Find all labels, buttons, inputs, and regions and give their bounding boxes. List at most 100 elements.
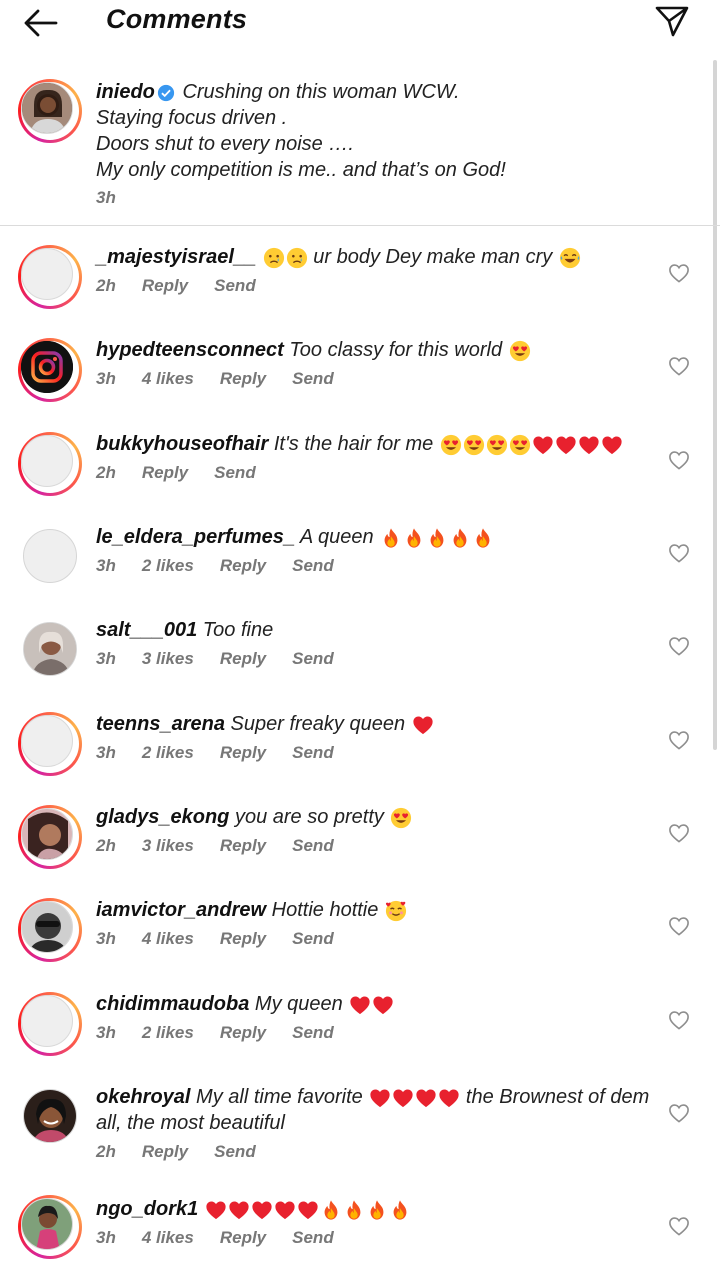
heart-outline-icon[interactable]	[668, 730, 690, 750]
comment-time: 2h	[96, 463, 116, 482]
avatar-ring[interactable]	[18, 432, 82, 496]
send-button[interactable]: Send	[214, 276, 256, 295]
comment-username[interactable]: _majestyisrael__	[96, 246, 256, 268]
likes-count[interactable]: 4 likes	[142, 369, 194, 388]
reply-button[interactable]: Reply	[142, 276, 188, 295]
avatar[interactable]	[23, 622, 77, 676]
reply-button[interactable]: Reply	[220, 369, 266, 388]
send-button[interactable]: Send	[292, 743, 334, 762]
likes-count[interactable]: 4 likes	[142, 929, 194, 948]
send-button[interactable]: Send	[292, 1228, 334, 1247]
red-heart-emoji	[392, 1087, 414, 1109]
avatar[interactable]	[21, 808, 73, 860]
comment-meta: 3h 2 likes Reply Send	[96, 556, 360, 576]
likes-count[interactable]: 3 likes	[142, 649, 194, 668]
avatar[interactable]	[23, 1089, 77, 1143]
avatar[interactable]	[21, 1198, 73, 1250]
comment-body: My queen	[254, 993, 343, 1015]
comment-time: 3h	[96, 743, 116, 762]
likes-count[interactable]: 2 likes	[142, 556, 194, 575]
heart-outline-icon[interactable]	[668, 356, 690, 376]
heart-outline-icon[interactable]	[668, 1216, 690, 1236]
fire-emoji	[403, 527, 425, 549]
heart-outline-icon[interactable]	[668, 636, 690, 656]
caption-line-4: My only competition is me.. and that’s o…	[96, 159, 506, 181]
send-button[interactable]: Send	[292, 369, 334, 388]
comment-text: salt___001 Too fine	[96, 617, 656, 643]
comment-username[interactable]: ngo_dork1	[96, 1198, 198, 1220]
send-button[interactable]: Send	[292, 649, 334, 668]
send-button[interactable]: Send	[292, 836, 334, 855]
comment-username[interactable]: iamvictor_andrew	[96, 899, 266, 921]
laughing-face-emoji	[559, 247, 581, 269]
comment-text: okehroyal My all time favorite the Brown…	[96, 1084, 656, 1136]
comment-username[interactable]: bukkyhouseofhair	[96, 433, 268, 455]
avatar-ring[interactable]	[18, 338, 82, 402]
comment-meta: 3h 2 likes Reply Send	[96, 1023, 360, 1043]
send-button[interactable]: Send	[292, 929, 334, 948]
avatar-ring[interactable]	[18, 712, 82, 776]
avatar[interactable]	[23, 529, 77, 583]
heart-outline-icon[interactable]	[668, 823, 690, 843]
avatar-ring[interactable]	[18, 992, 82, 1056]
reply-button[interactable]: Reply	[220, 1023, 266, 1042]
send-button[interactable]: Send	[292, 556, 334, 575]
comment-username[interactable]: chidimmaudoba	[96, 993, 249, 1015]
comment-username[interactable]: gladys_ekong	[96, 806, 229, 828]
comment-body: A queen	[299, 526, 374, 548]
avatar[interactable]	[21, 715, 73, 767]
reply-button[interactable]: Reply	[220, 649, 266, 668]
caption-username[interactable]: iniedo	[96, 81, 155, 103]
avatar-ring[interactable]	[18, 805, 82, 869]
avatar-ring[interactable]	[18, 79, 82, 143]
red-heart-emoji	[372, 994, 394, 1016]
reply-button[interactable]: Reply	[220, 743, 266, 762]
heart-outline-icon[interactable]	[668, 916, 690, 936]
comment-meta: 2h Reply Send	[96, 1142, 282, 1162]
heart-outline-icon[interactable]	[668, 543, 690, 563]
reply-button[interactable]: Reply	[220, 1228, 266, 1247]
heart-outline-icon[interactable]	[668, 1103, 690, 1123]
heart-eyes-emoji	[390, 807, 412, 829]
avatar-ring[interactable]	[18, 1195, 82, 1259]
send-paper-plane-icon[interactable]	[654, 4, 690, 38]
red-heart-emoji	[205, 1199, 227, 1221]
comment-username[interactable]: okehroyal	[96, 1086, 190, 1108]
avatar[interactable]	[21, 901, 73, 953]
avatar[interactable]	[21, 341, 73, 393]
heart-outline-icon[interactable]	[668, 450, 690, 470]
reply-button[interactable]: Reply	[220, 836, 266, 855]
back-arrow-icon[interactable]	[22, 8, 60, 38]
reply-button[interactable]: Reply	[220, 929, 266, 948]
comment-meta: 2h Reply Send	[96, 463, 282, 483]
avatar[interactable]	[21, 248, 73, 300]
avatar[interactable]	[21, 435, 73, 487]
likes-count[interactable]: 4 likes	[142, 1228, 194, 1247]
comment-meta: 3h 4 likes Reply Send	[96, 929, 360, 949]
avatar-ring[interactable]	[18, 245, 82, 309]
caption-line-2: Staying focus driven .	[96, 107, 288, 129]
comment-username[interactable]: teenns_arena	[96, 713, 225, 735]
comment-username[interactable]: hypedteensconnect	[96, 339, 284, 361]
reply-button[interactable]: Reply	[220, 556, 266, 575]
comment-text: chidimmaudoba My queen	[96, 991, 656, 1017]
comment-meta: 3h 4 likes Reply Send	[96, 369, 360, 389]
divider	[0, 225, 720, 226]
reply-button[interactable]: Reply	[142, 463, 188, 482]
avatar[interactable]	[21, 82, 73, 134]
comment-username[interactable]: salt___001	[96, 619, 197, 641]
send-button[interactable]: Send	[292, 1023, 334, 1042]
reply-button[interactable]: Reply	[142, 1142, 188, 1161]
likes-count[interactable]: 3 likes	[142, 836, 194, 855]
likes-count[interactable]: 2 likes	[142, 743, 194, 762]
avatar[interactable]	[21, 995, 73, 1047]
comment-username[interactable]: le_eldera_perfumes_	[96, 526, 295, 548]
send-button[interactable]: Send	[214, 1142, 256, 1161]
likes-count[interactable]: 2 likes	[142, 1023, 194, 1042]
send-button[interactable]: Send	[214, 463, 256, 482]
avatar-ring[interactable]	[18, 898, 82, 962]
red-heart-emoji	[578, 434, 600, 456]
heart-outline-icon[interactable]	[668, 263, 690, 283]
heart-outline-icon[interactable]	[668, 1010, 690, 1030]
top-bar: Comments	[0, 0, 720, 46]
